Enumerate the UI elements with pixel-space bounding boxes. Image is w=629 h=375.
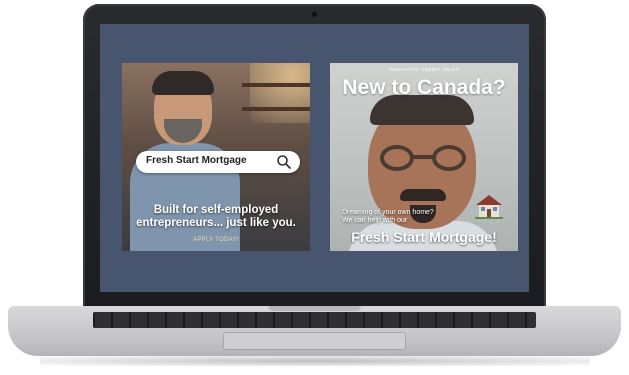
ad-tagline-line2: entrepreneurs... just like you.: [136, 217, 296, 229]
laptop-hinge-lip: [268, 306, 361, 311]
apply-today-link[interactable]: APPLY TODAY!: [122, 237, 310, 243]
ad-body-line2: We can help with our: [342, 217, 408, 224]
camera-icon: [312, 12, 317, 17]
laptop-screen: Fresh Start Mortgage Built for self-empl…: [100, 24, 529, 292]
keyboard: [93, 312, 536, 328]
search-icon: [277, 155, 291, 169]
ad-new-to-canada[interactable]: INNOVATOR CREDIT UNION New to Canada? Dr…: [330, 63, 518, 251]
ad-body-line1: Dreaming of your own home?: [342, 209, 434, 216]
ad-tagline: Built for self-employed entrepreneurs...…: [128, 204, 304, 230]
glasses-lens-right: [432, 145, 466, 171]
man-with-glasses-photo: [348, 93, 498, 251]
credit-union-name: INNOVATOR CREDIT UNION: [388, 67, 460, 72]
ad-headline: New to Canada?: [342, 76, 506, 99]
laptop-base: [8, 306, 621, 356]
ad-tagline-line1: Built for self-employed: [153, 204, 279, 216]
product-name: Fresh Start Mortgage!: [351, 229, 497, 245]
glasses-lens-left: [380, 145, 414, 171]
glasses-bridge: [412, 155, 434, 159]
kitchen-shelf: [242, 107, 310, 111]
search-bar-graphic: Fresh Start Mortgage: [136, 151, 300, 173]
laptop-lid: Fresh Start Mortgage Built for self-empl…: [83, 4, 546, 310]
laptop-shadow: [40, 356, 590, 366]
search-bar-text: Fresh Start Mortgage: [146, 155, 247, 166]
glasses-graphic: [380, 145, 466, 171]
man-hair: [152, 71, 214, 95]
background-window-light: [250, 63, 310, 123]
man-mustache: [400, 189, 446, 201]
ad-fresh-start-self-employed[interactable]: Fresh Start Mortgage Built for self-empl…: [122, 63, 310, 251]
trackpad: [223, 332, 406, 350]
kitchen-shelf: [242, 83, 310, 87]
ad-body-copy: Dreaming of your own home? We can help w…: [342, 209, 482, 225]
